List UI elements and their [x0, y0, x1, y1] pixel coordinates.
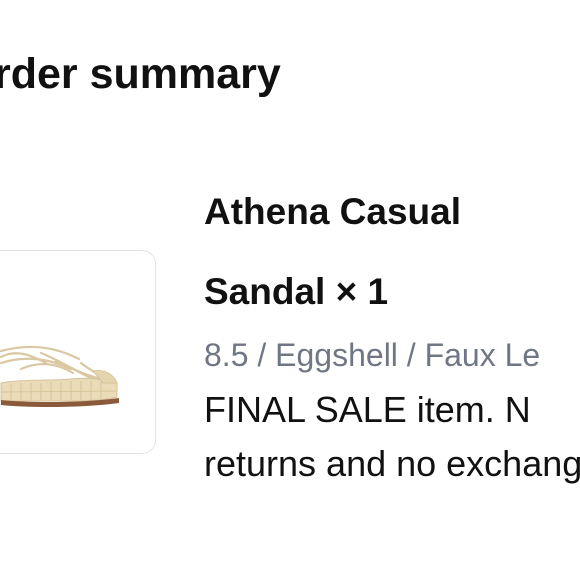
product-name-line1[interactable]: Athena Casual — [204, 172, 580, 252]
product-variant: 8.5 / Eggshell / Faux Le — [204, 337, 541, 373]
product-thumbnail[interactable] — [0, 250, 156, 454]
product-name-line2[interactable]: Sandal × 1 — [204, 252, 580, 332]
order-summary-heading: rder summary — [0, 50, 281, 98]
order-summary-page: rder summary Athena Casual Sandal × 1 8.… — [0, 0, 580, 580]
product-details: Athena Casual Sandal × 1 8.5 / Eggshell … — [204, 172, 580, 491]
final-sale-notice: FINAL SALE item. N returns and no exchan… — [204, 389, 580, 484]
sandal-product-image — [0, 345, 119, 408]
